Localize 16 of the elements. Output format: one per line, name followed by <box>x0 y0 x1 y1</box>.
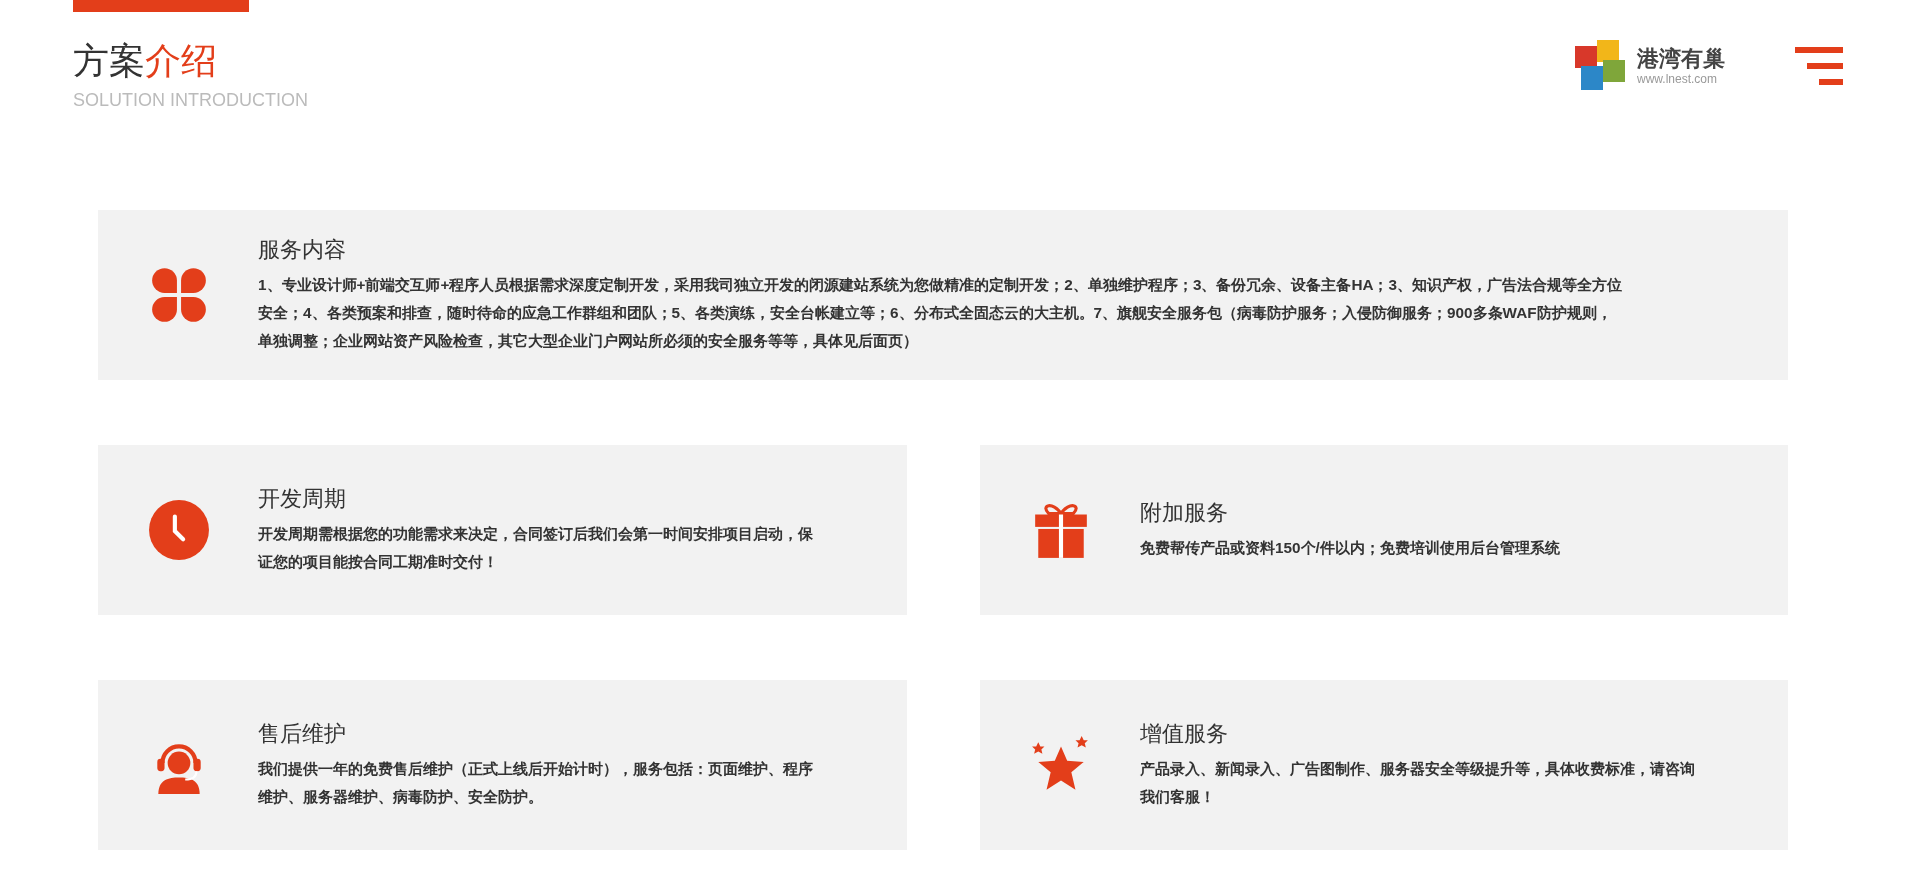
card-text: 1、专业设计师+前端交互师+程序人员根据需求深度定制开发，采用我司独立开发的闭源建站系统为您做精准的定制开发；2、单独维护程序；3、备份冗余、设备主备HA；3、知识产权，广告法合规等全方位安全；4、各类预案和排查，随时待命的应急工作群组和团队；5、各类演练，安全台帐建立等；6、分布式全固态云的大主机。7、旗舰安全服务包（病毒防护服务；入侵防御服务；900多条WAF防护规则，单独调整；企业网站资产风险检查，其它大型企业门户网站所必须的安全服务等等，具体见后面页） <box>258 275 1623 351</box>
card-title: 增值服务 <box>1140 720 1229 748</box>
clock-icon <box>148 499 210 561</box>
card-text: 开发周期需根据您的功能需求来决定，合同签订后我们会第一时间安排项目启动，保证您的项目能按合同工期准时交付！ <box>258 524 814 572</box>
card-title: 服务内容 <box>258 236 347 264</box>
page-title: 方案介绍 <box>73 39 218 83</box>
card-title: 开发周期 <box>258 485 347 513</box>
card-title: 售后维护 <box>258 720 347 748</box>
card-text: 免费帮传产品或资料150个/件以内；免费培训使用后台管理系统 <box>1140 538 1560 558</box>
card-title: 附加服务 <box>1140 499 1229 527</box>
card-text: 我们提供一年的免费售后维护（正式上线后开始计时），服务包括：页面维护、程序维护、服务器维护、病毒防护、安全防护。 <box>258 759 814 807</box>
logo-name: 港湾有巢 <box>1637 46 1725 72</box>
menu-icon[interactable] <box>1795 47 1843 85</box>
page-subtitle: SOLUTION INTRODUCTION <box>73 90 308 111</box>
card-text: 产品录入、新闻录入、广告图制作、服务器安全等级提升等，具体收费标准，请咨询我们客服！ <box>1140 759 1696 807</box>
logo-url: www.lnest.com <box>1637 72 1719 86</box>
